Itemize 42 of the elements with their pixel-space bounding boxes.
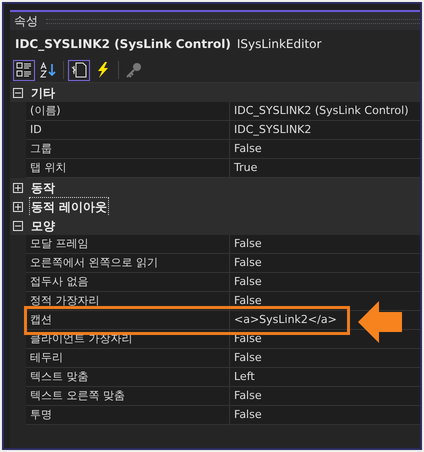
- property-value: IDC_SYSLINK2: [230, 121, 420, 140]
- property-value: Left: [230, 368, 420, 387]
- pointer-arrow: [358, 301, 402, 343]
- object-type: ISysLinkEditor: [236, 36, 322, 53]
- categorized-list-icon: [16, 62, 32, 78]
- property-page-icon: [71, 62, 87, 78]
- sort-az-icon: [40, 62, 56, 78]
- property-name: 텍스트 맞춤: [26, 368, 230, 387]
- property-value: False: [230, 349, 420, 368]
- property-value: False: [230, 235, 420, 254]
- property-name: 투명: [26, 406, 230, 425]
- property-name: 모달 프레임: [26, 235, 230, 254]
- property-name: 접두사 없음: [26, 273, 230, 292]
- property-value: False: [230, 254, 420, 273]
- key-icon: [126, 62, 142, 78]
- property-value: IDC_SYSLINK2 (SysLink Control): [230, 102, 420, 121]
- expand-icon[interactable]: [13, 202, 23, 212]
- property-name: (이름): [26, 102, 230, 121]
- collapse-icon[interactable]: [13, 220, 23, 230]
- property-value: False: [230, 387, 420, 406]
- category-header[interactable]: 기타: [30, 84, 56, 102]
- categorized-button[interactable]: [13, 60, 35, 80]
- property-value: False: [230, 406, 420, 425]
- category-header[interactable]: 동작: [30, 178, 56, 196]
- panel-title: 속성: [14, 13, 38, 30]
- property-name: ID: [26, 121, 230, 140]
- property-value: False: [230, 273, 420, 292]
- property-name: 텍스트 오른쪽 맞춤: [26, 387, 230, 406]
- property-value: False: [230, 140, 420, 159]
- collapse-icon[interactable]: [13, 88, 23, 98]
- category-header[interactable]: 동적 레이아웃: [30, 198, 108, 216]
- category-header[interactable]: 모양: [30, 216, 56, 234]
- properties-button[interactable]: [68, 60, 90, 80]
- property-name: 캡션: [26, 311, 230, 330]
- object-name: IDC_SYSLINK2 (SysLink Control): [15, 36, 231, 53]
- property-name: 오른쪽에서 왼쪽으로 읽기: [26, 254, 230, 273]
- lightning-icon: [96, 62, 110, 78]
- property-name: 탭 위치: [26, 159, 230, 178]
- expand-icon[interactable]: [13, 182, 23, 192]
- property-value: True: [230, 159, 420, 178]
- property-name: 테두리: [26, 349, 230, 368]
- property-name: 그룹: [26, 140, 230, 159]
